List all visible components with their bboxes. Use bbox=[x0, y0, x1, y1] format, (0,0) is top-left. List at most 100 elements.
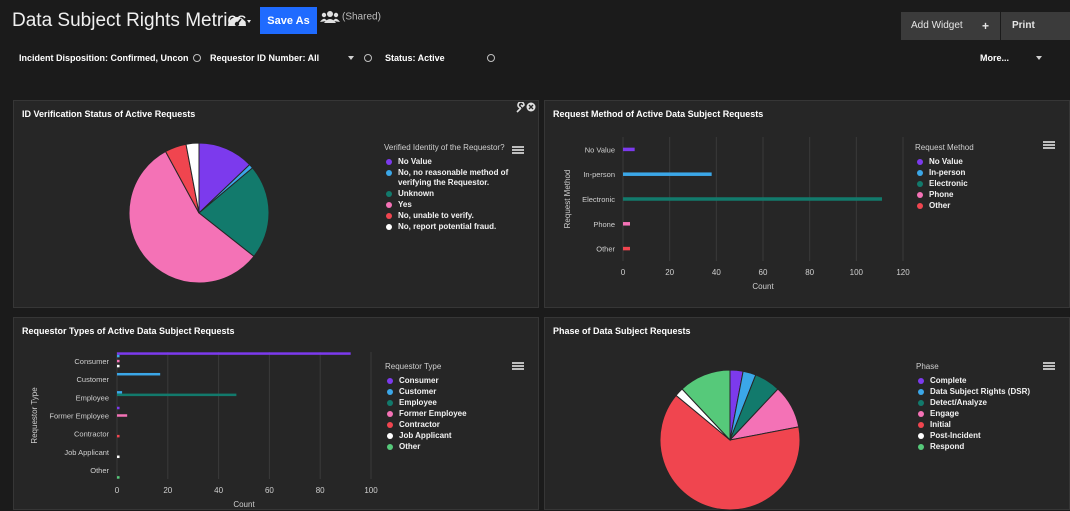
legend-item-no-value[interactable]: No Value bbox=[915, 157, 1055, 167]
legend-item-customer[interactable]: Customer bbox=[385, 387, 525, 397]
legend-item-employee[interactable]: Employee bbox=[385, 398, 525, 408]
clear-filter-icon[interactable] bbox=[364, 54, 373, 62]
save-as-button[interactable]: Save As bbox=[260, 7, 317, 34]
x-tick-label: 20 bbox=[665, 268, 674, 277]
add-widget-button[interactable]: Add Widget + bbox=[901, 12, 1000, 40]
bar-electronic[interactable] bbox=[623, 197, 882, 201]
legend-item-no-value[interactable]: No Value bbox=[384, 157, 530, 167]
bar-phone[interactable] bbox=[623, 222, 630, 226]
chart-legend: Verified Identity of the Requestor? No V… bbox=[384, 143, 530, 233]
filter-requestor-id[interactable]: Requestor ID Number: All bbox=[210, 53, 373, 63]
bar-in-person[interactable] bbox=[623, 172, 712, 176]
legend-label: Job Applicant bbox=[399, 431, 452, 440]
legend-item-other[interactable]: Other bbox=[915, 201, 1055, 211]
legend-title: Phase bbox=[916, 362, 939, 371]
shared-label: (Shared) bbox=[342, 11, 381, 23]
y-axis-label: Requestor Type bbox=[30, 387, 39, 444]
bar-no-value[interactable] bbox=[623, 147, 635, 152]
bar-employee-employee[interactable] bbox=[117, 393, 237, 397]
legend-item-former-employee[interactable]: Former Employee bbox=[385, 409, 525, 419]
shared-indicator[interactable]: (Shared) bbox=[320, 10, 381, 24]
legend-item-phone[interactable]: Phone bbox=[915, 190, 1055, 200]
y-tick-label: Former Employee bbox=[49, 412, 109, 421]
bar-employee-customer[interactable] bbox=[117, 391, 123, 394]
y-axis-label: Request Method bbox=[563, 170, 572, 229]
legend-item-respond[interactable]: Respond bbox=[916, 442, 1056, 452]
chart-menu-icon[interactable] bbox=[1043, 141, 1055, 149]
legend-item-job-applicant[interactable]: Job Applicant bbox=[385, 431, 525, 441]
y-tick-label: Customer bbox=[76, 375, 109, 384]
legend-item-initial[interactable]: Initial bbox=[916, 420, 1056, 430]
bar-chart: 0 20 40 60 80 100 Consumer Customer Employee Form… bbox=[30, 352, 378, 509]
legend-marker bbox=[386, 159, 392, 165]
bar-former-employee-former-employee[interactable] bbox=[117, 414, 128, 417]
legend-item-no-no-reasonable-method-of-verifying-the-requestor[interactable]: No, no reasonable method of verifying th… bbox=[384, 168, 530, 188]
legend-item-in-person[interactable]: In-person bbox=[915, 168, 1055, 178]
legend-label: Other bbox=[929, 201, 951, 210]
legend-item-detect-analyze[interactable]: Detect/Analyze bbox=[916, 398, 1056, 408]
pie-chart bbox=[128, 142, 270, 284]
legend-label: Other bbox=[399, 442, 421, 451]
bar-consumer-consumer[interactable] bbox=[117, 352, 351, 355]
bar-customer-customer[interactable] bbox=[117, 372, 161, 376]
legend-item-engage[interactable]: Engage bbox=[916, 409, 1056, 419]
widget-request-method: Request Method of Active Data Subject Re… bbox=[544, 100, 1070, 308]
bar-consumer-former-employee[interactable] bbox=[117, 359, 120, 363]
legend-marker bbox=[387, 411, 393, 417]
close-icon[interactable] bbox=[526, 102, 536, 112]
chart-menu-icon[interactable] bbox=[512, 362, 524, 370]
legend-title: Requestor Type bbox=[385, 362, 442, 371]
widget-requestor-types: Requestor Types of Active Data Subject R… bbox=[13, 317, 539, 510]
more-filters-label: More... bbox=[980, 53, 1010, 63]
more-filters-dropdown[interactable]: More... bbox=[980, 53, 1042, 63]
legend-label: Data Subject Rights (DSR) bbox=[930, 387, 1031, 396]
legend-title: Verified Identity of the Requestor? bbox=[384, 143, 505, 152]
chevron-down-icon bbox=[1035, 56, 1042, 60]
legend-item-post-incident[interactable]: Post-Incident bbox=[916, 431, 1056, 441]
legend-item-electronic[interactable]: Electronic bbox=[915, 179, 1055, 189]
clear-filter-icon[interactable] bbox=[487, 54, 496, 62]
legend-item-yes[interactable]: Yes bbox=[384, 200, 530, 210]
legend-label: Former Employee bbox=[399, 409, 467, 418]
x-tick-label: 60 bbox=[265, 486, 274, 495]
filter-status[interactable]: Status: Active bbox=[385, 53, 496, 63]
bar-other[interactable] bbox=[623, 246, 630, 251]
filter-incident-disposition[interactable]: Incident Disposition: Confirmed, Uncon bbox=[19, 53, 201, 63]
legend-label: Customer bbox=[399, 387, 437, 396]
bar-contractor-contractor[interactable] bbox=[117, 434, 120, 438]
legend-item-unknown[interactable]: Unknown bbox=[384, 189, 530, 199]
legend-label: Electronic bbox=[929, 179, 968, 188]
legend-item-data-subject-rights-dsr[interactable]: Data Subject Rights (DSR) bbox=[916, 387, 1056, 397]
legend-marker bbox=[918, 444, 924, 450]
legend-label: Phone bbox=[929, 190, 954, 199]
legend-item-contractor[interactable]: Contractor bbox=[385, 420, 525, 430]
widget-title: Request Method of Active Data Subject Re… bbox=[553, 109, 764, 119]
legend-marker bbox=[917, 192, 923, 198]
chevron-down-icon[interactable] bbox=[347, 56, 354, 60]
legend-marker bbox=[386, 170, 392, 176]
chart-menu-icon[interactable] bbox=[1043, 362, 1055, 370]
x-tick-label: 100 bbox=[364, 486, 378, 495]
dashboard-gauge-icon[interactable] bbox=[226, 12, 252, 30]
clear-filter-icon[interactable] bbox=[192, 54, 201, 62]
legend-item-no-unable-to-verify[interactable]: No, unable to verify. bbox=[384, 211, 530, 221]
chart-legend: Phase Complete Data Subject Rights (DSR) D… bbox=[916, 362, 1056, 453]
legend-label: In-person bbox=[929, 168, 966, 177]
chart-menu-icon[interactable] bbox=[512, 146, 524, 154]
bar-job-applicant-job-applicant[interactable] bbox=[117, 455, 120, 459]
bar-other-other[interactable] bbox=[117, 476, 120, 479]
bar-consumer-customer[interactable] bbox=[117, 354, 120, 358]
plus-icon: + bbox=[981, 19, 989, 33]
legend-item-consumer[interactable]: Consumer bbox=[385, 376, 525, 386]
legend-marker bbox=[387, 433, 393, 439]
print-button[interactable]: Print bbox=[1001, 12, 1070, 40]
y-tick-label: Other bbox=[596, 245, 615, 254]
widget-title: Phase of Data Subject Requests bbox=[553, 326, 691, 336]
legend-item-no-report-potential-fraud[interactable]: No, report potential fraud. bbox=[384, 222, 530, 232]
x-tick-label: 40 bbox=[214, 486, 223, 495]
bar-consumer-job-applicant[interactable] bbox=[117, 364, 120, 368]
legend-label: Respond bbox=[930, 442, 965, 451]
legend-item-complete[interactable]: Complete bbox=[916, 376, 1056, 386]
legend-item-other[interactable]: Other bbox=[385, 442, 525, 452]
bar-former-employee-consumer[interactable] bbox=[117, 406, 120, 410]
